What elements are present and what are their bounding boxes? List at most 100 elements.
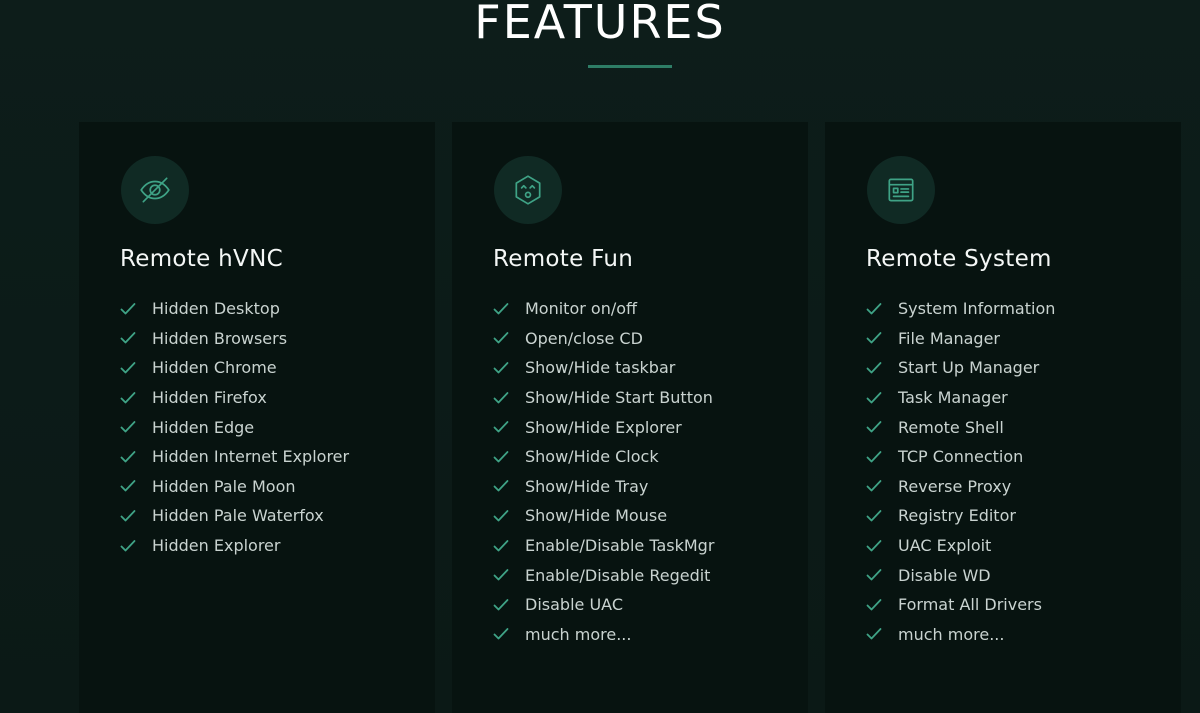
list-item-label: Show/Hide Start Button: [525, 388, 713, 408]
list-item: Hidden Pale Waterfox: [120, 501, 349, 531]
card-title: Remote hVNC: [120, 246, 283, 272]
check-icon: [866, 479, 898, 493]
section-title: FEATURES: [474, 0, 726, 49]
list-item: Hidden Edge: [120, 412, 349, 442]
list-item-label: Show/Hide Tray: [525, 476, 649, 496]
check-icon: [493, 539, 525, 553]
card-title: Remote Fun: [493, 246, 634, 272]
list-item: Registry Editor: [866, 501, 1055, 531]
check-icon: [493, 420, 525, 434]
list-item-label: Enable/Disable Regedit: [525, 565, 711, 585]
list-item: Enable/Disable TaskMgr: [493, 531, 714, 561]
list-item: much more...: [493, 620, 714, 650]
list-item: Format All Drivers: [866, 590, 1055, 620]
list-item-label: UAC Exploit: [898, 536, 992, 556]
check-icon: [493, 302, 525, 316]
list-item-label: Monitor on/off: [525, 299, 638, 319]
check-icon: [120, 450, 152, 464]
list-item-label: File Manager: [898, 328, 1000, 348]
list-item: Hidden Explorer: [120, 531, 349, 561]
feature-cards: Remote hVNC Hidden Desktop Hidden Browse…: [79, 122, 1181, 713]
check-icon: [493, 450, 525, 464]
card-icon-circle: [494, 156, 562, 224]
list-item-label: Task Manager: [898, 388, 1008, 408]
list-item-label: much more...: [525, 624, 632, 644]
check-icon: [493, 391, 525, 405]
card-icon-circle: [121, 156, 189, 224]
list-item: Start Up Manager: [866, 353, 1055, 383]
check-icon: [493, 509, 525, 523]
list-item: Show/Hide taskbar: [493, 353, 714, 383]
list-item: Reverse Proxy: [866, 472, 1055, 502]
list-item-label: Disable UAC: [525, 595, 623, 615]
list-item: Show/Hide Explorer: [493, 412, 714, 442]
list-item: File Manager: [866, 324, 1055, 354]
list-item-label: Hidden Browsers: [152, 328, 288, 348]
list-item-label: Hidden Pale Waterfox: [152, 506, 324, 526]
list-item: Task Manager: [866, 383, 1055, 413]
list-item-label: Registry Editor: [898, 506, 1016, 526]
check-icon: [866, 539, 898, 553]
list-item: Remote Shell: [866, 412, 1055, 442]
list-item-label: Hidden Explorer: [152, 536, 281, 556]
features-section: FEATURES Remote hVNC Hidden Desktop Hidd…: [0, 0, 1200, 713]
check-icon: [120, 420, 152, 434]
list-item-label: Show/Hide Clock: [525, 447, 659, 467]
card-remote-system: Remote System System Information File Ma…: [825, 122, 1181, 713]
check-icon: [866, 331, 898, 345]
list-item: Show/Hide Tray: [493, 472, 714, 502]
feature-list: System Information File Manager Start Up…: [866, 294, 1055, 649]
check-icon: [866, 598, 898, 612]
check-icon: [493, 479, 525, 493]
list-item-label: Start Up Manager: [898, 358, 1040, 378]
check-icon: [493, 361, 525, 375]
check-icon: [493, 568, 525, 582]
list-item: Show/Hide Clock: [493, 442, 714, 472]
list-item: System Information: [866, 294, 1055, 324]
list-item: Show/Hide Start Button: [493, 383, 714, 413]
list-item-label: Hidden Edge: [152, 417, 255, 437]
list-item-label: Disable WD: [898, 565, 991, 585]
list-item: Hidden Desktop: [120, 294, 349, 324]
list-item-label: System Information: [898, 299, 1056, 319]
card-remote-hvnc: Remote hVNC Hidden Desktop Hidden Browse…: [79, 122, 435, 713]
list-item-label: Hidden Firefox: [152, 388, 267, 408]
list-item: Hidden Firefox: [120, 383, 349, 413]
check-icon: [866, 391, 898, 405]
check-icon: [120, 509, 152, 523]
list-item: much more...: [866, 620, 1055, 650]
list-item: Open/close CD: [493, 324, 714, 354]
check-icon: [866, 361, 898, 375]
list-item: Monitor on/off: [493, 294, 714, 324]
check-icon: [493, 331, 525, 345]
eye-slash-icon: [140, 177, 170, 203]
list-item-label: Hidden Chrome: [152, 358, 277, 378]
list-item-label: Remote Shell: [898, 417, 1004, 437]
check-icon: [120, 361, 152, 375]
list-item: TCP Connection: [866, 442, 1055, 472]
check-icon: [866, 450, 898, 464]
list-item: Enable/Disable Regedit: [493, 560, 714, 590]
system-window-icon: [888, 178, 914, 202]
check-icon: [866, 568, 898, 582]
check-icon: [120, 302, 152, 316]
list-item: Hidden Chrome: [120, 353, 349, 383]
feature-list: Hidden Desktop Hidden Browsers Hidden Ch…: [120, 294, 349, 560]
list-item: Disable UAC: [493, 590, 714, 620]
list-item-label: Reverse Proxy: [898, 476, 1012, 496]
check-icon: [866, 509, 898, 523]
card-title: Remote System: [866, 246, 1052, 272]
check-icon: [493, 598, 525, 612]
list-item: Disable WD: [866, 560, 1055, 590]
title-underline: [588, 65, 672, 68]
check-icon: [866, 420, 898, 434]
list-item-label: Enable/Disable TaskMgr: [525, 536, 715, 556]
list-item: Hidden Browsers: [120, 324, 349, 354]
list-item-label: Show/Hide taskbar: [525, 358, 676, 378]
list-item: Hidden Internet Explorer: [120, 442, 349, 472]
list-item: UAC Exploit: [866, 531, 1055, 561]
list-item-label: TCP Connection: [898, 447, 1024, 467]
card-icon-circle: [867, 156, 935, 224]
card-remote-fun: Remote Fun Monitor on/off Open/close CD …: [452, 122, 808, 713]
check-icon: [866, 627, 898, 641]
